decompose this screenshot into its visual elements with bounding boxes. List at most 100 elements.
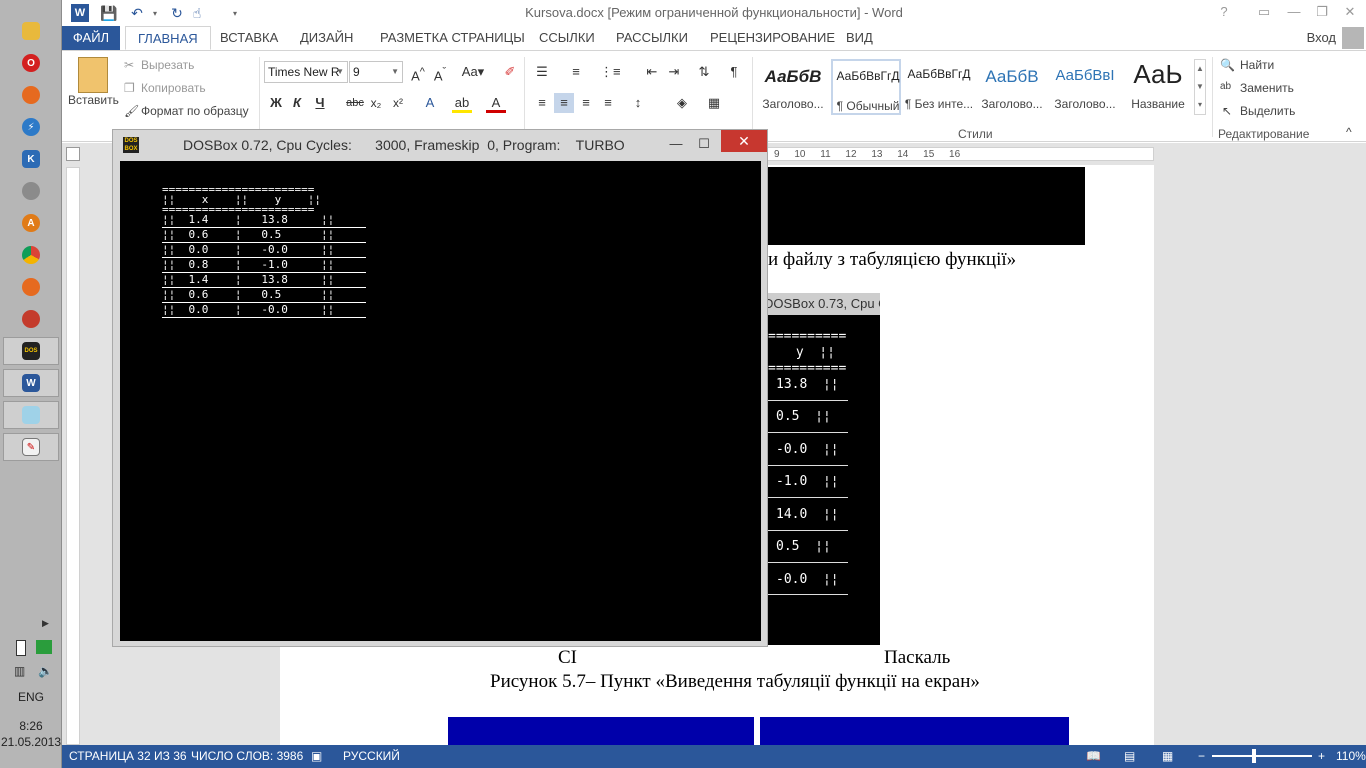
strikethrough-button[interactable]: abc	[343, 93, 367, 113]
shrink-font-icon[interactable]: Aˇ	[430, 62, 450, 83]
decrease-indent-icon[interactable]: ⇤	[642, 62, 662, 82]
notepad-taskbar-button[interactable]	[3, 401, 59, 429]
bold-button[interactable]: Ж	[266, 93, 286, 113]
page-counter[interactable]: СТРАНИЦА 32 ИЗ 36	[69, 749, 187, 763]
select-button[interactable]: Выделить	[1240, 104, 1295, 118]
signin-link[interactable]: Вход	[1307, 30, 1336, 45]
tab-mailings[interactable]: РАССЫЛКИ	[604, 26, 700, 50]
replace-button[interactable]: Заменить	[1240, 81, 1294, 95]
network-tray-icon[interactable]	[36, 640, 52, 654]
clear-formatting-icon[interactable]: ✐	[500, 62, 520, 82]
dosbox-close-icon[interactable]: ✕	[721, 130, 767, 152]
collapse-ribbon-icon[interactable]: ^	[1346, 125, 1352, 139]
copy-button[interactable]: Копировать	[141, 81, 206, 95]
line-spacing-icon[interactable]: ↕	[628, 93, 648, 113]
align-left-icon[interactable]: ≡	[532, 93, 552, 113]
font-size-combo[interactable]: 9 ▼	[349, 61, 403, 83]
print-layout-icon[interactable]: ▤	[1124, 749, 1135, 763]
proofing-icon[interactable]: ▣	[311, 749, 322, 763]
cut-button[interactable]: Вырезать	[141, 58, 194, 72]
text-effects-icon[interactable]: A	[420, 93, 440, 113]
zoom-out-icon[interactable]: −	[1198, 749, 1205, 763]
dosbox-maximize-icon[interactable]: ☐	[693, 133, 715, 155]
tray-expand-icon[interactable]: ▶	[42, 618, 49, 629]
filezilla-taskbar-button[interactable]	[3, 305, 59, 333]
tab-home[interactable]: ГЛАВНАЯ	[125, 26, 211, 50]
style-heading-2[interactable]: АаБбВ Заголово...	[977, 59, 1047, 115]
tab-insert[interactable]: ВСТАВКА	[208, 26, 290, 50]
explorer-taskbar-button[interactable]	[3, 17, 59, 45]
style-heading-3[interactable]: АаБбВвІ Заголово...	[1050, 59, 1120, 115]
numbering-icon[interactable]: ≡	[566, 62, 586, 82]
style-no-spacing[interactable]: АаБбВвГгД ¶ Без инте...	[904, 59, 974, 115]
format-painter-button[interactable]: Формат по образцу	[141, 104, 249, 118]
underline-button[interactable]: Ч	[310, 93, 330, 113]
multilevel-list-icon[interactable]: ⋮≡	[600, 62, 621, 82]
zoom-slider-thumb[interactable]	[1252, 749, 1256, 763]
close-icon[interactable]: ✕	[1338, 4, 1362, 20]
volume-icon[interactable]: 🔈	[38, 664, 53, 678]
vertical-ruler[interactable]	[66, 167, 80, 745]
firefox-taskbar-button[interactable]	[3, 81, 59, 109]
battery-icon[interactable]	[16, 640, 26, 656]
paste-button[interactable]: Вставить	[68, 93, 119, 107]
style-title[interactable]: АаЬ Название	[1123, 59, 1193, 115]
align-center-icon[interactable]: ≡	[554, 93, 574, 113]
style-normal[interactable]: АаБбВвГгД ¶ Обычный	[831, 59, 901, 115]
clock[interactable]: 8:26 21.05.2013	[0, 718, 62, 750]
avatar[interactable]	[1342, 27, 1364, 49]
tab-layout[interactable]: РАЗМЕТКА СТРАНИЦЫ	[368, 26, 537, 50]
dosbox-title-bar[interactable]: DOS BOX DOSBox 0.72, Cpu Cycles: 3000, Fr…	[113, 130, 767, 160]
dosbox-minimize-icon[interactable]: —	[665, 133, 687, 155]
opera-taskbar-button[interactable]: O	[3, 49, 59, 77]
disk-taskbar-button[interactable]	[3, 177, 59, 205]
help-icon[interactable]: ?	[1212, 4, 1236, 19]
keepass-taskbar-button[interactable]: K	[3, 145, 59, 173]
paint-taskbar-button[interactable]: ✎	[3, 433, 59, 461]
word-count[interactable]: ЧИСЛО СЛОВ: 3986	[191, 749, 303, 763]
avast-taskbar-button[interactable]: A	[3, 209, 59, 237]
thunderbird-taskbar-button[interactable]: ⚡	[3, 113, 59, 141]
zoom-in-icon[interactable]: +	[1318, 749, 1325, 763]
tab-references[interactable]: ССЫЛКИ	[527, 26, 607, 50]
show-marks-icon[interactable]: ¶	[724, 62, 744, 82]
tab-file[interactable]: ФАЙЛ	[62, 26, 120, 50]
justify-icon[interactable]: ≡	[598, 93, 618, 113]
increase-indent-icon[interactable]: ⇥	[664, 62, 684, 82]
read-mode-icon[interactable]: 📖	[1086, 749, 1101, 763]
align-right-icon[interactable]: ≡	[576, 93, 596, 113]
borders-icon[interactable]: ▦	[704, 93, 724, 113]
web-layout-icon[interactable]: ▦	[1162, 749, 1173, 763]
sort-icon[interactable]: ⇅	[694, 62, 714, 82]
styles-scroll[interactable]: ▲ ▼ ▾	[1194, 59, 1206, 115]
dosbox-taskbar-button[interactable]: DOS	[3, 337, 59, 365]
chrome-taskbar-button[interactable]	[3, 241, 59, 269]
subscript-button[interactable]: x₂	[366, 93, 386, 113]
change-case-icon[interactable]: Aa▾	[458, 62, 488, 82]
grow-font-icon[interactable]: A^	[408, 62, 428, 83]
language-status[interactable]: РУССКИЙ	[343, 749, 400, 763]
zoom-level[interactable]: 110%	[1336, 749, 1366, 763]
zoom-slider[interactable]	[1212, 755, 1312, 757]
tab-review[interactable]: РЕЦЕНЗИРОВАНИЕ	[698, 26, 847, 50]
minimize-icon[interactable]: —	[1282, 4, 1306, 19]
dosbox-screen[interactable]: ======================= ¦¦ x ¦¦ y ¦¦ ===…	[120, 161, 761, 641]
word-taskbar-button[interactable]: W	[3, 369, 59, 397]
network-icon[interactable]: ▥	[14, 664, 25, 678]
font-color-icon[interactable]: A	[486, 93, 506, 113]
tab-view[interactable]: ВИД	[834, 26, 885, 50]
mozilla-taskbar-button[interactable]	[3, 273, 59, 301]
shading-icon[interactable]: ◈	[672, 93, 692, 113]
ribbon-options-icon[interactable]: ▭	[1252, 4, 1276, 20]
restore-icon[interactable]: ❐	[1310, 4, 1334, 20]
find-button[interactable]: Найти	[1240, 58, 1274, 72]
italic-button[interactable]: К	[287, 93, 307, 113]
font-name-combo[interactable]: Times New R ▼	[264, 61, 348, 83]
style-heading-1[interactable]: АаБбВ Заголово...	[758, 59, 828, 115]
superscript-button[interactable]: x²	[388, 93, 408, 113]
tab-selector[interactable]	[66, 147, 80, 161]
language-indicator[interactable]: ENG	[0, 690, 62, 704]
bullets-icon[interactable]: ☰	[532, 62, 552, 82]
tab-design[interactable]: ДИЗАЙН	[288, 26, 365, 50]
highlight-icon[interactable]: ab	[452, 93, 472, 113]
